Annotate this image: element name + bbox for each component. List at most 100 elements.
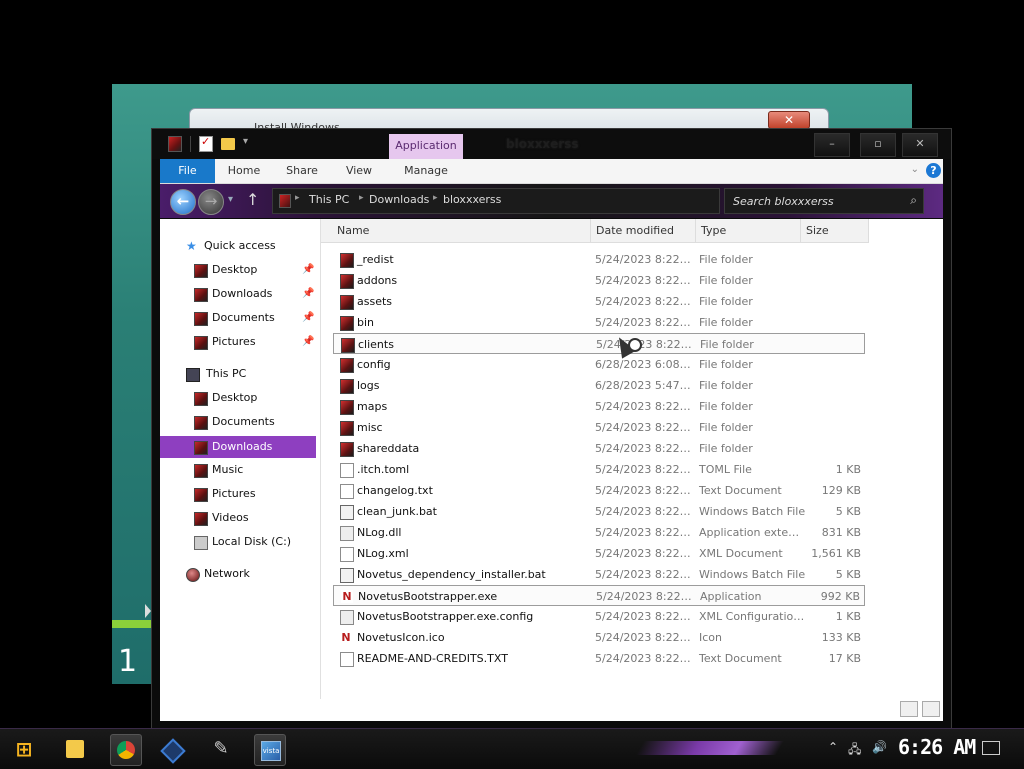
file-row[interactable]: README-AND-CREDITS.TXT 5/24/2023 8:22… Tex… [333,648,865,669]
maximize-button[interactable]: ▫ [860,133,896,157]
clock[interactable]: 6:26 AM [898,735,976,759]
recent-locations-icon[interactable]: ▾ [228,194,233,205]
new-folder-icon[interactable] [221,138,235,150]
file-row[interactable]: assets 5/24/2023 8:22… File folder [333,291,865,312]
details-view-button[interactable] [900,701,918,717]
network-tray-icon[interactable]: 🖧 [848,740,861,761]
file-row[interactable]: maps 5/24/2023 8:22… File folder [333,396,865,417]
help-icon[interactable]: ? [926,163,941,178]
breadcrumb-separator[interactable]: ▸ [433,193,438,203]
search-icon[interactable]: ⌕ [910,193,917,208]
nav-pc-documents[interactable]: Documents [160,411,320,433]
address-bar[interactable]: ▸ This PC ▸ Downloads ▸ bloxxxerss [272,188,720,214]
tray-overflow-icon[interactable]: ⌃ [828,740,838,754]
close-button[interactable]: ✕ [902,133,938,157]
taskbar-virtualbox[interactable] [156,734,186,764]
file-row[interactable]: clean_junk.bat 5/24/2023 8:22… Windows Bat… [333,501,865,522]
column-date-modified[interactable]: Date modified [591,219,696,243]
file-row[interactable]: shareddata 5/24/2023 8:22… File folder [333,438,865,459]
tab-home[interactable]: Home [220,159,268,183]
back-button[interactable]: ← [170,189,196,215]
file-type: Icon [699,631,722,644]
column-filler [869,219,943,243]
nav-network[interactable]: Network [160,563,320,585]
tab-manage[interactable]: Manage [389,159,463,183]
folder-icon [194,392,208,406]
app-icon[interactable] [168,136,182,152]
nav-pc-videos[interactable]: Videos [160,507,320,529]
file-size: 831 KB [821,526,861,539]
file-row[interactable]: misc 5/24/2023 8:22… File folder [333,417,865,438]
taskbar-tool[interactable]: ✎ [206,734,236,764]
nav-qa-desktop[interactable]: Desktop 📌 [160,259,320,281]
file-row[interactable]: changelog.txt 5/24/2023 8:22… Text Documen… [333,480,865,501]
tab-file[interactable]: File [160,159,215,183]
navigation-pane: ★ Quick access Desktop 📌 Downloads 📌 Doc… [160,219,321,699]
folder-icon [194,416,208,430]
file-row[interactable]: NovetusBootstrapper.exe.config 5/24/2023 … [333,606,865,627]
large-icons-view-button[interactable] [922,701,940,717]
column-type[interactable]: Type [696,219,801,243]
novetus-icon: N [340,631,352,644]
title-bar[interactable]: ▾ Application Tools bloxxxerss – ▫ ✕ [152,129,951,176]
pin-icon[interactable]: 📌 [302,331,314,353]
nav-pc-music[interactable]: Music [160,459,320,481]
nav-pc-desktop[interactable]: Desktop [160,387,320,409]
file-row[interactable]: NLog.dll 5/24/2023 8:22… Application exte…… [333,522,865,543]
taskbar-installer[interactable]: vista [254,734,286,766]
tab-view[interactable]: View [335,159,383,183]
start-button[interactable]: ⊞ [8,735,40,763]
taskbar-chrome[interactable] [110,734,142,766]
pin-icon[interactable]: 📌 [302,259,314,281]
pin-icon[interactable]: 📌 [302,307,314,329]
nav-qa-downloads[interactable]: Downloads 📌 [160,283,320,305]
expand-ribbon-icon[interactable]: ⌄ [911,164,919,175]
up-folder-button[interactable]: ↑ [246,190,259,209]
file-row[interactable]: bin 5/24/2023 8:22… File folder [333,312,865,333]
breadcrumb-bloxxxerss[interactable]: bloxxxerss [443,193,501,206]
file-row[interactable]: logs 6/28/2023 5:47… File folder [333,375,865,396]
file-row[interactable]: clients 5/24/2023 8:22… File folder [333,333,865,354]
properties-icon[interactable] [199,135,213,152]
nav-pc-downloads[interactable]: Downloads [160,436,316,458]
nav-label: Network [204,567,250,580]
nav-quick-access[interactable]: ★ Quick access [160,235,320,257]
file-row[interactable]: Novetus_dependency_installer.bat 5/24/202… [333,564,865,585]
nav-qa-pictures[interactable]: Pictures 📌 [160,331,320,353]
search-box[interactable]: ⌕ [724,188,924,214]
breadcrumb-separator[interactable]: ▸ [295,193,300,203]
customize-qat-icon[interactable]: ▾ [243,136,253,152]
install-close-button[interactable]: ✕ [768,111,810,129]
forward-button[interactable]: → [198,189,224,215]
file-type: File folder [699,400,753,413]
column-size[interactable]: Size [801,219,869,243]
nav-pc-local-disk[interactable]: Local Disk (C:) [160,531,320,553]
column-name[interactable]: Name [321,219,591,243]
file-row[interactable]: .itch.toml 5/24/2023 8:22… TOML File 1 KB [333,459,865,480]
progress-strip [112,620,152,628]
pin-icon[interactable]: 📌 [302,283,314,305]
minimize-button[interactable]: – [814,133,850,157]
nav-pc-pictures[interactable]: Pictures [160,483,320,505]
taskbar-file-explorer[interactable] [60,734,90,764]
file-row[interactable]: config 6/28/2023 6:08… File folder [333,354,865,375]
nav-this-pc[interactable]: This PC [160,363,320,385]
folder-icon [194,488,208,502]
search-input[interactable] [725,189,905,213]
file-name: NovetusIcon.ico [357,631,445,644]
file-row[interactable]: N NovetusIcon.ico 5/24/2023 8:22… Icon 133 K… [333,627,865,648]
file-icon [340,610,354,625]
tab-share[interactable]: Share [278,159,326,183]
file-size: 17 KB [828,652,861,665]
file-row[interactable]: _redist 5/24/2023 8:22… File folder [333,249,865,270]
breadcrumb-downloads[interactable]: Downloads [369,193,429,206]
folder-icon [194,441,208,455]
volume-icon[interactable]: 🔊 [872,740,887,754]
breadcrumb-this-pc[interactable]: This PC [309,193,349,206]
nav-qa-documents[interactable]: Documents 📌 [160,307,320,329]
file-row[interactable]: N NovetusBootstrapper.exe 5/24/2023 8:22… A… [333,585,865,606]
notifications-icon[interactable] [982,741,1000,755]
file-row[interactable]: NLog.xml 5/24/2023 8:22… XML Document 1,561… [333,543,865,564]
file-row[interactable]: addons 5/24/2023 8:22… File folder [333,270,865,291]
breadcrumb-separator[interactable]: ▸ [359,193,364,203]
